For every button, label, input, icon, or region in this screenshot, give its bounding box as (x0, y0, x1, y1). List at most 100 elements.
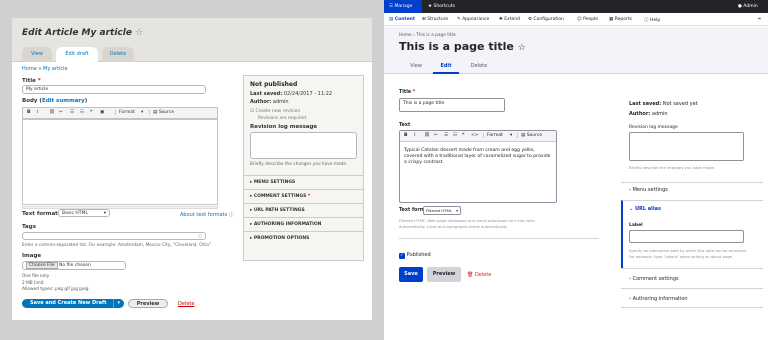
text-format-select[interactable]: Basic HTML ▾ (58, 209, 110, 217)
breadcrumb-item[interactable]: This is a page title (416, 33, 455, 38)
url-alias-section[interactable]: ⌄ URL alias Label Specify an alternative… (621, 200, 763, 268)
editor-toolbar: B I ⛓ ✂ ☰ ☷ ❝ <> Format ▾ ▤ Source (400, 131, 556, 142)
admin-user-link[interactable]: ● Admin (738, 4, 758, 9)
title-input[interactable]: This is a page title (399, 98, 505, 112)
bulleted-list-icon[interactable]: ☰ (70, 110, 74, 115)
revlog-textarea[interactable] (250, 132, 357, 159)
chevron-down-icon: ▾ (510, 133, 513, 138)
numbered-list-icon[interactable]: ☷ (80, 110, 84, 115)
menu-structure[interactable]: ⊞ Structure (422, 17, 448, 22)
format-select[interactable]: Format (483, 133, 503, 138)
save-create-draft-button[interactable]: Save and Create New Draft ▾ (22, 299, 124, 308)
promotion-options-section[interactable]: ▸ PROMOTION OPTIONS (244, 231, 363, 244)
blockquote-icon[interactable]: ❝ (462, 133, 464, 138)
star-icon[interactable]: ☆ (135, 28, 143, 38)
delete-link[interactable]: 🗑 Delete (467, 272, 491, 278)
last-saved: Last saved: 02/24/2017 - 11:22 (250, 91, 333, 97)
breadcrumb-item[interactable]: My article (43, 66, 68, 72)
url-alias-help: Specify an alternative path by which thi… (629, 249, 747, 259)
revlog-textarea[interactable] (629, 132, 744, 161)
unlink-icon[interactable]: ✂ (434, 133, 438, 138)
text-label: Text (399, 123, 411, 128)
save-button[interactable]: Save (399, 267, 423, 282)
trash-icon: 🗑 (467, 272, 474, 278)
unlink-icon[interactable]: ✂ (59, 110, 63, 115)
image-icon[interactable]: ▣ (100, 110, 104, 115)
page-header: Edit Article My article ☆ View Edit draf… (12, 18, 372, 62)
about-text-formats-link[interactable]: About text formats ⓘ (180, 211, 234, 218)
collapse-icon[interactable]: ⇥ (757, 17, 761, 22)
tab-view[interactable]: View (406, 60, 426, 74)
body-editor[interactable] (22, 119, 218, 205)
italic-button[interactable]: I (37, 110, 38, 115)
meta-sidebar: Not published Last saved: 02/24/2017 - 1… (243, 75, 364, 261)
tab-edit[interactable]: Edit (433, 60, 459, 74)
menu-settings-section[interactable]: ▸ MENU SETTINGS (244, 175, 363, 188)
url-alias-input[interactable] (629, 230, 744, 243)
link-icon[interactable]: ⛓ (49, 110, 55, 115)
comment-settings-section[interactable]: › Comment settings (621, 268, 763, 288)
text-editor[interactable]: B I ⛓ ✂ ☰ ☷ ❝ <> Format ▾ ▤ Source Typic… (399, 130, 557, 203)
revisions-required-text: Revisions are required. (258, 116, 308, 121)
tab-view[interactable]: View (22, 47, 52, 62)
title-label: Title * (22, 78, 41, 84)
new-revision-checkbox[interactable]: ☑ Create new revision (250, 109, 300, 114)
italic-button[interactable]: I (414, 133, 415, 138)
authoring-information-section[interactable]: ▸ AUTHORING INFORMATION (244, 217, 363, 230)
tab-delete[interactable]: Delete (467, 60, 491, 74)
manage-toggle[interactable]: ☰ Manage (384, 0, 422, 13)
text-format-help: Filtered HTML: Web page addresses and em… (399, 218, 535, 229)
menu-reports[interactable]: ▦ Reports (609, 17, 632, 22)
page-title: Edit Article My article ☆ (22, 28, 143, 38)
menu-settings-section[interactable]: › Menu settings (621, 182, 763, 200)
tab-edit-draft[interactable]: Edit draft (56, 47, 98, 62)
source-button[interactable]: ▤ Source (149, 110, 174, 115)
title-input[interactable]: My article (22, 85, 206, 94)
preview-button[interactable]: Preview (427, 267, 461, 282)
menu-extend[interactable]: ✚ Extend (499, 17, 520, 22)
preview-button[interactable]: Preview (128, 299, 168, 308)
source-button[interactable]: ▤ Source (517, 133, 542, 138)
tags-help: Enter a comma-separated list. For exampl… (22, 243, 212, 248)
file-input[interactable]: Choose File No file chosen (22, 261, 126, 270)
format-select[interactable]: Format (115, 110, 135, 115)
bold-button[interactable]: B (27, 110, 30, 115)
url-alias-summary[interactable]: ⌄ URL alias (629, 206, 661, 212)
page-title: This is a page title ☆ (399, 40, 526, 53)
menu-content[interactable]: ▤ Content (389, 17, 415, 22)
numbered-list-icon[interactable]: ☷ (453, 133, 457, 138)
page-title-text: Edit Article My article (22, 28, 132, 38)
blockquote-icon[interactable]: ❝ (90, 110, 92, 115)
comment-settings-section[interactable]: ▸ COMMENT SETTINGS * (244, 189, 363, 202)
breadcrumb-home[interactable]: Home (399, 33, 412, 38)
edit-summary-link[interactable]: Edit summary (42, 98, 85, 104)
menu-help[interactable]: ⓘ Help (644, 17, 660, 23)
seven-page: Edit Article My article ☆ View Edit draf… (12, 18, 372, 320)
title-label: Title * (399, 90, 416, 95)
publish-status: Not published (250, 81, 298, 88)
resize-handle[interactable] (22, 206, 218, 209)
delete-link[interactable]: Delete (178, 301, 194, 307)
menu-people[interactable]: ☺ People (577, 17, 598, 22)
choose-file-button[interactable]: Choose File (26, 262, 58, 269)
link-icon[interactable]: ⛓ (424, 133, 430, 138)
star-icon[interactable]: ☆ (518, 43, 526, 53)
code-icon[interactable]: <> (471, 133, 479, 138)
bold-button[interactable]: B (404, 133, 407, 138)
tab-delete[interactable]: Delete (102, 47, 134, 62)
image-label: Image (22, 253, 42, 259)
chevron-down-icon[interactable]: ▾ (113, 299, 120, 308)
published-checkbox[interactable]: ✓ Published (399, 252, 431, 259)
tags-input[interactable]: ○ (22, 232, 206, 240)
text-format-select[interactable]: Filtered HTML ▾ (423, 206, 461, 215)
revlog-help: Briefly describe the changes you have ma… (250, 162, 348, 167)
authoring-information-section[interactable]: › Authoring information (621, 288, 763, 308)
url-path-settings-section[interactable]: ▸ URL PATH SETTINGS (244, 203, 363, 216)
breadcrumb-home[interactable]: Home (22, 66, 37, 72)
menu-configuration[interactable]: ⚙ Configuration (528, 17, 564, 22)
image-help: One file only 2 MB limit Allowed types: … (22, 274, 90, 294)
body-text: Typical Catalan dessert made from cream … (404, 148, 551, 166)
bulleted-list-icon[interactable]: ☰ (444, 133, 448, 138)
menu-appearance[interactable]: ✎ Appearance (457, 17, 489, 22)
shortcuts-link[interactable]: ★ Shortcuts (428, 4, 455, 9)
